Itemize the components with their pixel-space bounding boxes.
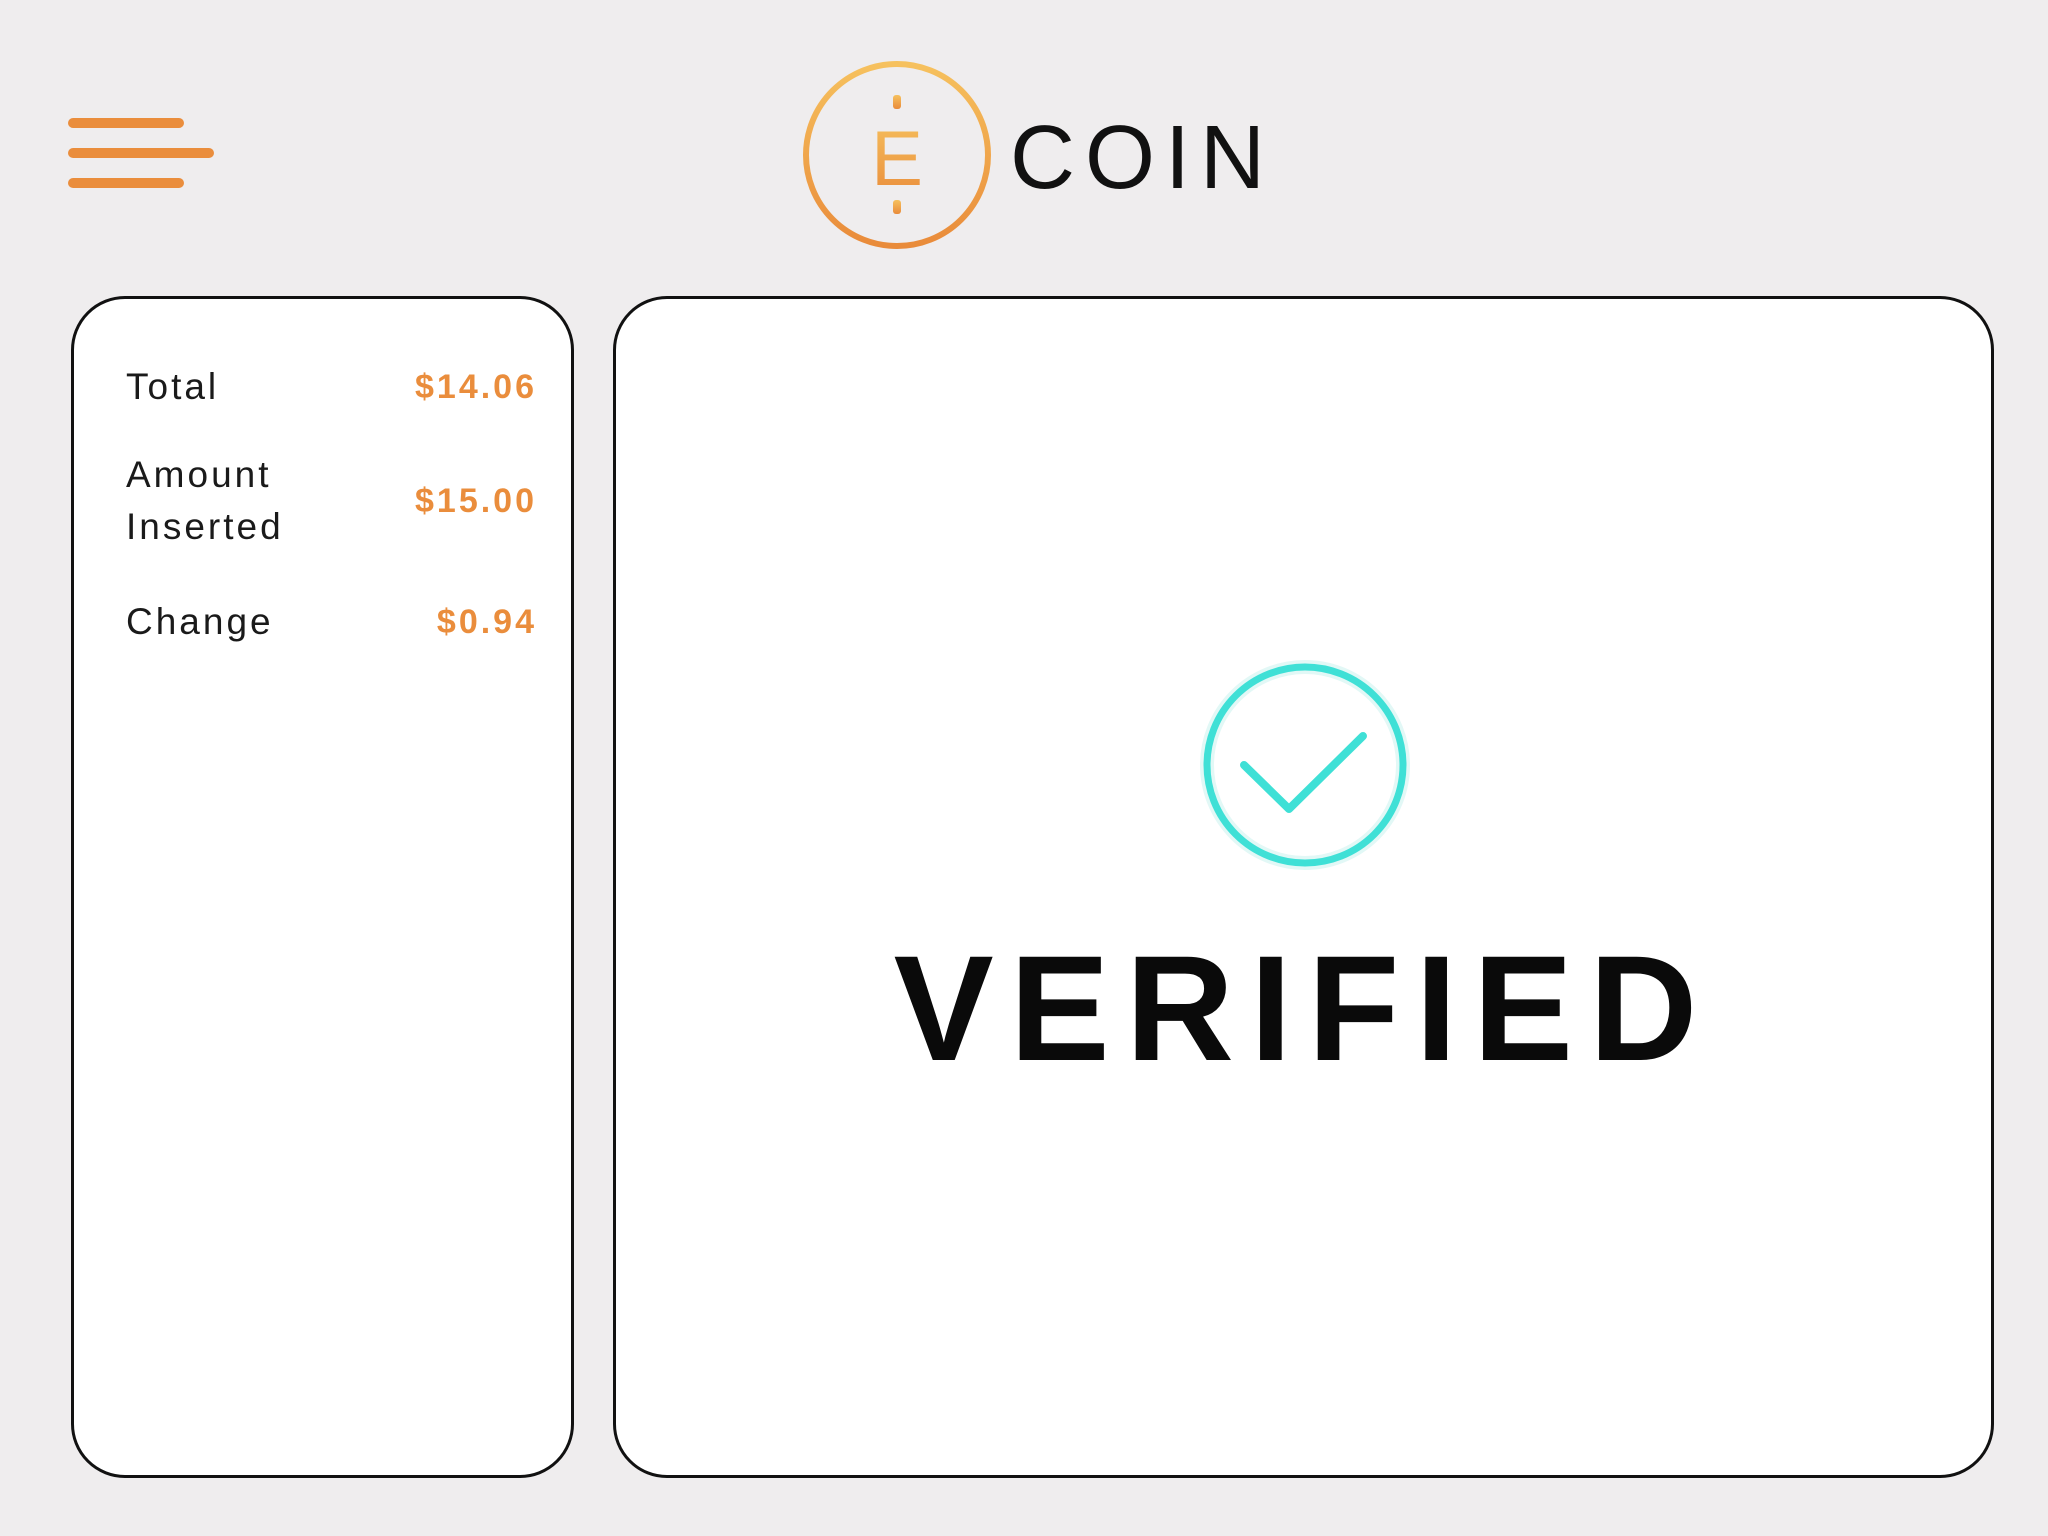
amount-inserted-value: $15.00	[415, 481, 537, 520]
hamburger-menu-icon-line	[68, 178, 184, 188]
logo-letter: E	[871, 114, 923, 202]
total-value: $14.06	[415, 367, 537, 406]
hamburger-menu-icon-line	[68, 148, 214, 158]
summary-row-amount-inserted: Amount Inserted $15.00	[126, 449, 537, 553]
brand-header: E COIN	[800, 58, 1275, 252]
change-value: $0.94	[436, 602, 537, 641]
change-label: Change	[126, 601, 274, 642]
hamburger-menu-icon	[68, 118, 184, 128]
check-circle-icon	[1200, 660, 1410, 870]
summary-row-change: Change $0.94	[126, 596, 537, 648]
amount-inserted-label: Amount Inserted	[126, 454, 284, 547]
total-label: Total	[126, 366, 220, 407]
summary-row-total: Total $14.06	[126, 361, 537, 413]
brand-name: COIN	[1010, 108, 1275, 208]
verified-status-text: VERIFIED	[893, 924, 1714, 1092]
verification-status-panel: VERIFIED	[613, 296, 1994, 1478]
payment-summary-panel: Total $14.06 Amount Inserted $15.00 Chan…	[71, 296, 574, 1478]
ecoin-logo-icon: E	[803, 61, 991, 249]
menu-button[interactable]	[68, 116, 214, 190]
